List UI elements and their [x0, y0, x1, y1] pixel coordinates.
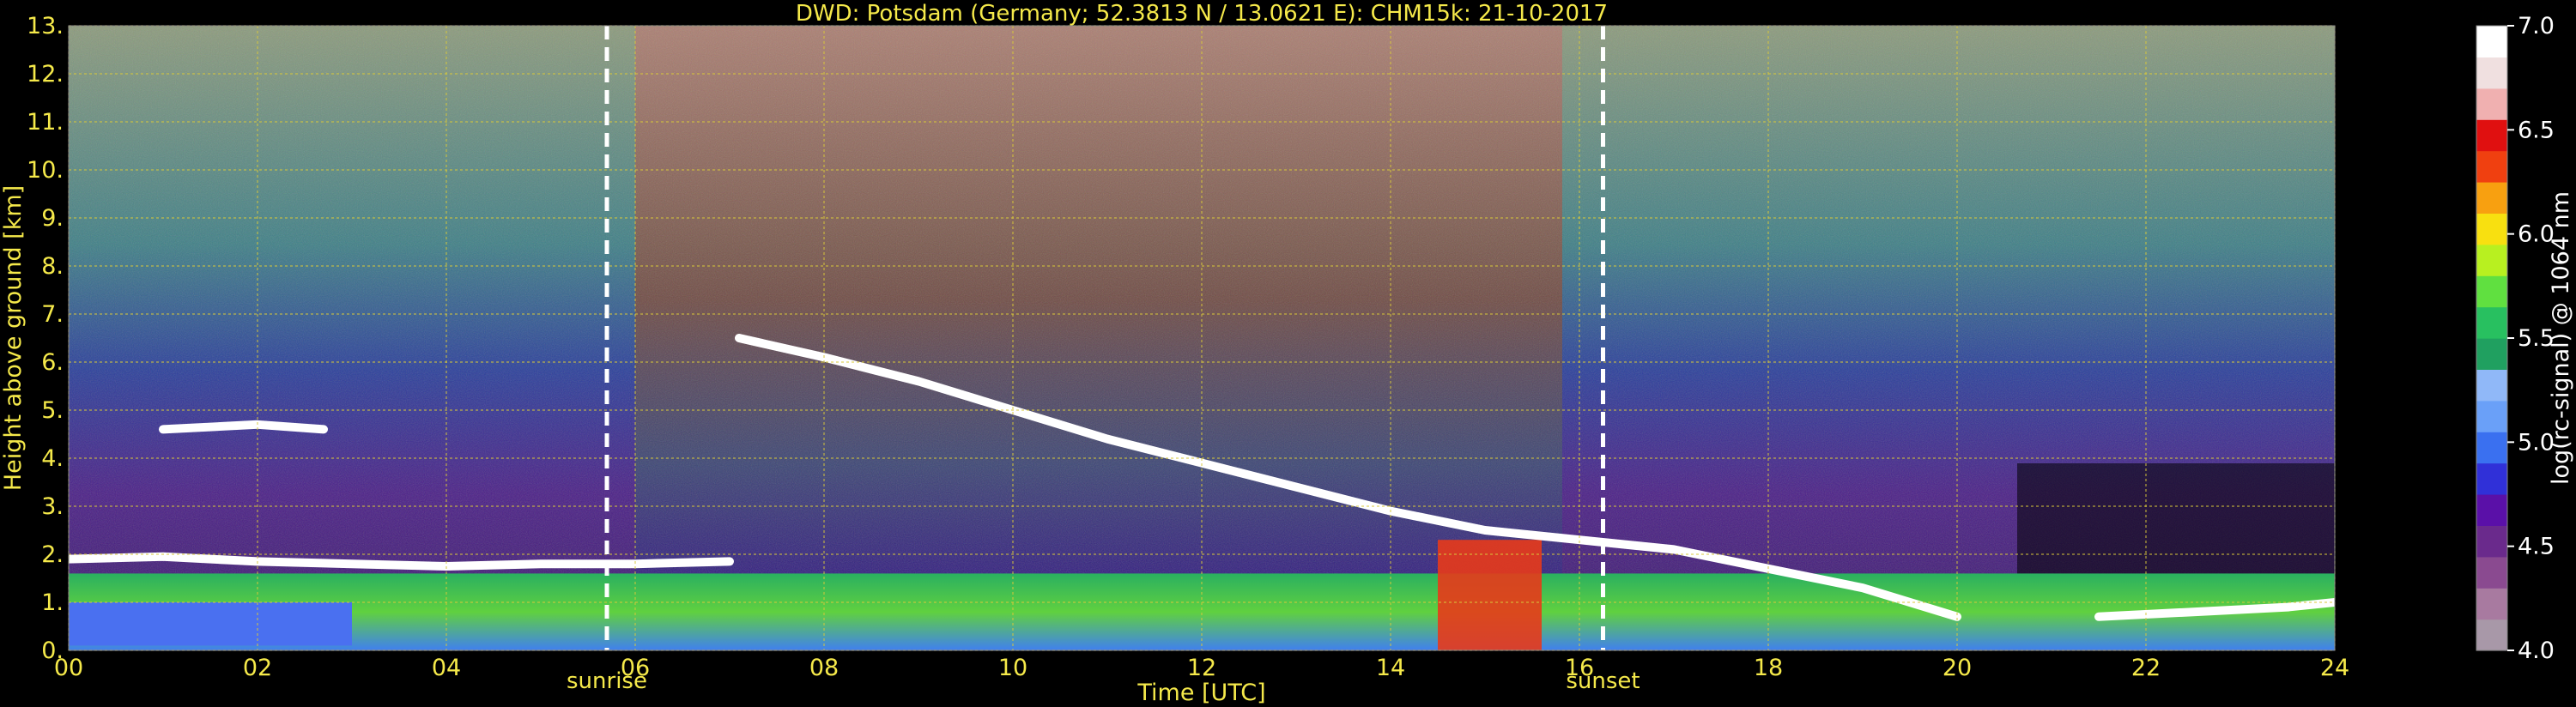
colorbar-tick-label: 6.5: [2518, 117, 2555, 143]
y-axis-label: Height above ground [km]: [0, 185, 27, 491]
colorbar-segment: [2476, 369, 2507, 402]
y-tick-label: 3.: [41, 493, 64, 520]
x-tick-label: 24: [2320, 655, 2349, 681]
y-tick-label: 8.: [41, 253, 64, 280]
y-tick-label: 2.: [41, 541, 64, 568]
y-tick-label: 12.: [27, 61, 64, 88]
colorbar-segment: [2476, 26, 2507, 57]
x-tick-label: 04: [432, 655, 461, 681]
ceilometer-chart: sunrise sunset 00 02 04 06 08 10 12 14 16 18 20 22 24…: [0, 1, 2574, 706]
colorbar-segment: [2476, 525, 2507, 558]
x-tick-label: 02: [243, 655, 272, 681]
colorbar-segment: [2476, 57, 2507, 89]
x-tick-label: 14: [1376, 655, 1405, 681]
colorbar-tick-label: 4.5: [2518, 534, 2555, 560]
colorbar-segment: [2476, 119, 2507, 152]
colorbar-segment: [2476, 244, 2507, 276]
y-tick-label: 0.: [41, 638, 64, 664]
x-tick-label: 10: [998, 655, 1027, 681]
y-tick-label: 7.: [41, 301, 64, 328]
colorbar-segment: [2476, 619, 2507, 651]
x-tick-label: 22: [2131, 655, 2161, 681]
y-tick-label: 9.: [41, 205, 64, 232]
colorbar-segment: [2476, 462, 2507, 495]
colorbar-segment: [2476, 494, 2507, 526]
colorbar-segment: [2476, 88, 2507, 120]
aerosol-band: [69, 602, 352, 646]
x-tick-label: 12: [1187, 655, 1216, 681]
colorbar-tick-label: 7.0: [2518, 13, 2555, 39]
y-tick-label: 6.: [41, 349, 64, 376]
colorbar-segment: [2476, 182, 2507, 214]
colorbar-segment: [2476, 556, 2507, 589]
y-tick-label: 5.: [41, 397, 64, 424]
y-tick-label: 4.: [41, 445, 64, 472]
x-axis-label: Time [UTC]: [1136, 680, 1265, 706]
y-tick-label: 1.: [41, 589, 64, 616]
colorbar-segment: [2476, 306, 2507, 339]
colorbar-label: log(rc-signal) @ 1064 nm: [2548, 191, 2574, 485]
x-tick-label: 20: [1943, 655, 1972, 681]
colorbar-segment: [2476, 150, 2507, 183]
colorbar-tick-label: 4.0: [2518, 638, 2555, 664]
precip-band: [1438, 540, 1542, 650]
x-tick-label: 18: [1754, 655, 1783, 681]
x-tick-label: 06: [621, 655, 650, 681]
cloud-layer-early-mid-level-cloud: [159, 420, 328, 434]
y-tick-label: 11.: [27, 109, 64, 136]
y-tick-label: 10.: [27, 157, 64, 184]
x-tick-label: 08: [809, 655, 839, 681]
chart-title: DWD: Potsdam (Germany; 52.3813 N / 13.06…: [796, 1, 1608, 27]
colorbar: 4.04.55.05.56.06.57.0: [2476, 13, 2555, 664]
colorbar-segment: [2476, 400, 2507, 432]
colorbar-segment: [2476, 432, 2507, 464]
colorbar-segment: [2476, 588, 2507, 620]
x-tick-label: 16: [1565, 655, 1594, 681]
x-tick-labels: 00 02 04 06 08 10 12 14 16 18 20 22 24: [54, 655, 2349, 681]
colorbar-segment: [2476, 275, 2507, 308]
colorbar-segment: [2476, 213, 2507, 245]
colorbar-segment: [2476, 338, 2507, 370]
y-tick-labels: 0. 1. 2. 3. 4. 5. 6. 7. 8. 9. 10. 11. 12. 13.: [27, 13, 64, 664]
y-tick-label: 13.: [27, 13, 64, 39]
